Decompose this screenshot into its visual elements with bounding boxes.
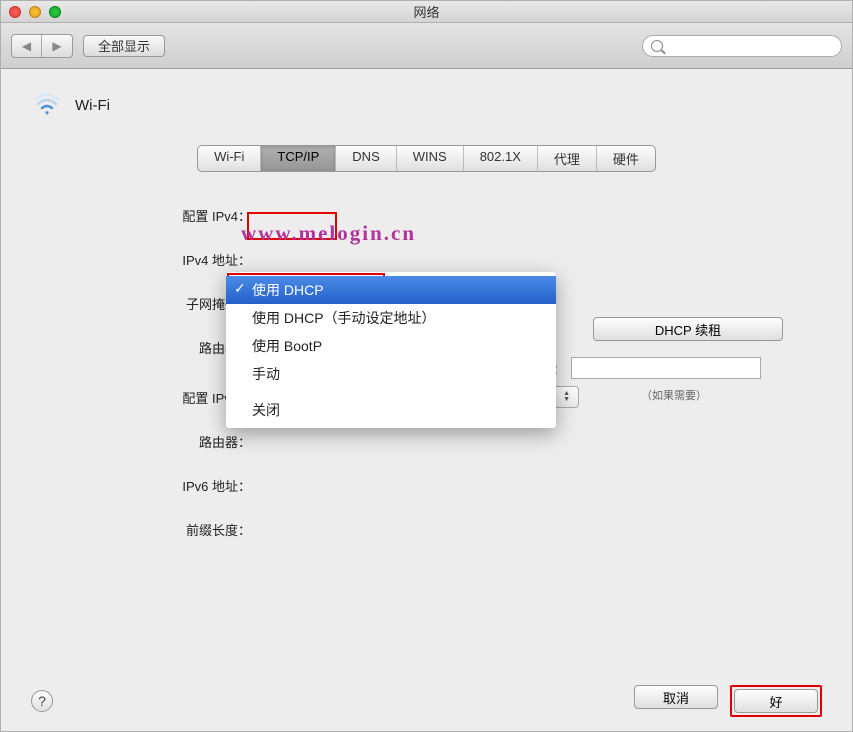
- bottom-bar: ? 取消 好: [1, 685, 852, 717]
- tab-hardware[interactable]: 硬件: [597, 146, 655, 171]
- ipv4-config-dropdown: 使用 DHCP 使用 DHCP（手动设定地址） 使用 BootP 手动 关闭: [226, 272, 556, 428]
- prefix-label: 前缀长度：: [131, 520, 251, 539]
- search-icon: [651, 40, 663, 52]
- search-input[interactable]: [642, 35, 842, 57]
- minimize-window-button[interactable]: [29, 6, 41, 18]
- tab-tcpip[interactable]: TCP/IP: [261, 146, 336, 171]
- cancel-button[interactable]: 取消: [634, 685, 718, 709]
- tab-dns[interactable]: DNS: [336, 146, 396, 171]
- tab-8021x[interactable]: 802.1X: [464, 146, 538, 171]
- ipv4-config-label: 配置 IPv4：: [131, 206, 251, 225]
- dropdown-item-dhcp[interactable]: 使用 DHCP: [226, 276, 556, 304]
- highlight-box-ok: 好: [730, 685, 822, 717]
- show-all-button[interactable]: 全部显示: [83, 35, 165, 57]
- client-id-note: （如果需要）: [641, 387, 707, 403]
- back-button[interactable]: ◀: [12, 35, 42, 57]
- tabs: Wi-Fi TCP/IP DNS WINS 802.1X 代理 硬件: [31, 145, 822, 172]
- dhcp-renew-button[interactable]: DHCP 续租: [593, 317, 783, 341]
- tab-wins[interactable]: WINS: [397, 146, 464, 171]
- titlebar: 网络: [1, 1, 852, 23]
- client-id-input[interactable]: [571, 357, 761, 379]
- nav-buttons: ◀ ▶: [11, 34, 73, 58]
- dropdown-item-dhcp-manual[interactable]: 使用 DHCP（手动设定地址）: [226, 304, 556, 332]
- toolbar: ◀ ▶ 全部显示: [1, 23, 852, 69]
- dropdown-item-bootp[interactable]: 使用 BootP: [226, 332, 556, 360]
- wifi-icon: [31, 89, 63, 121]
- ipv6-router-label: 路由器：: [131, 432, 251, 451]
- help-button[interactable]: ?: [31, 690, 53, 712]
- ipv4-addr-label: IPv4 地址：: [131, 250, 251, 269]
- close-window-button[interactable]: [9, 6, 21, 18]
- page-title: Wi-Fi: [75, 97, 110, 114]
- tab-wifi[interactable]: Wi-Fi: [198, 146, 261, 171]
- content-area: Wi-Fi Wi-Fi TCP/IP DNS WINS 802.1X 代理 硬件…: [1, 69, 852, 731]
- forward-button[interactable]: ▶: [42, 35, 72, 57]
- dropdown-item-manual[interactable]: 手动: [226, 360, 556, 388]
- ipv6-addr-label: IPv6 地址：: [131, 476, 251, 495]
- ok-button[interactable]: 好: [734, 689, 818, 713]
- tab-proxy[interactable]: 代理: [538, 146, 597, 171]
- dropdown-item-off[interactable]: 关闭: [226, 396, 556, 424]
- network-prefs-window: 网络 ◀ ▶ 全部显示 Wi-Fi Wi-Fi: [0, 0, 853, 732]
- zoom-window-button[interactable]: [49, 6, 61, 18]
- window-title: 网络: [413, 2, 439, 21]
- select-arrows-icon: ▲▼: [563, 391, 570, 403]
